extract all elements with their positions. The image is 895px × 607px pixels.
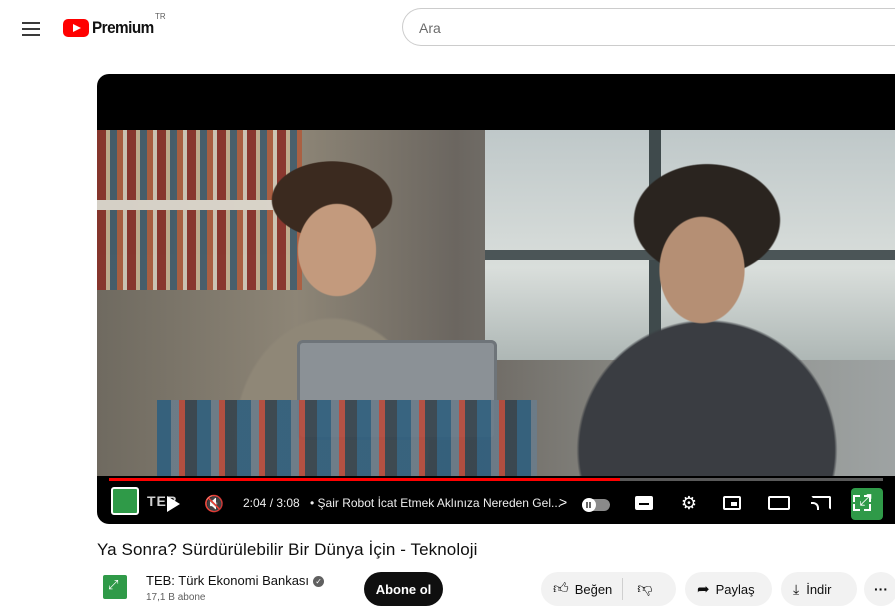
cast-icon[interactable] — [811, 496, 831, 510]
dislike-button[interactable]: 👎︎ — [623, 572, 658, 606]
search-box[interactable] — [402, 8, 895, 47]
channel-name-row[interactable]: TEB: Türk Ekonomi Bankası ✓ — [146, 573, 325, 588]
like-button[interactable]: 👍︎ Beğen — [541, 572, 622, 606]
progress-bar[interactable] — [109, 478, 883, 481]
autoplay-toggle[interactable] — [582, 498, 610, 512]
logo-region-code: TR — [155, 12, 166, 21]
chapter-title[interactable]: • Şair Robot İcat Etmek Aklınıza Nereden… — [310, 496, 561, 510]
youtube-play-logo-icon — [63, 19, 89, 37]
player-controls: TEB 2:04 / 3:08 • Şair Robot İcat Etmek … — [97, 484, 895, 524]
share-arrow-icon: ➦ — [697, 581, 710, 598]
channel-name[interactable]: TEB: Türk Ekonomi Bankası — [146, 573, 309, 588]
video-title: Ya Sonra? Sürdürülebilir Bir Dünya İçin … — [97, 540, 478, 559]
subtitles-icon[interactable] — [635, 496, 653, 510]
thumbs-up-icon: 👍︎ — [553, 580, 569, 597]
download-label: İndir — [806, 581, 832, 597]
share-label: Paylaş — [715, 581, 755, 597]
like-label: Beğen — [574, 581, 613, 597]
miniplayer-icon[interactable] — [723, 496, 741, 510]
chapter-chevron-icon[interactable]: > — [559, 494, 567, 510]
share-button[interactable]: ➦ Paylaş — [685, 572, 772, 606]
subscriber-count: 17,1 B abone — [146, 592, 206, 603]
progress-bar-fill — [109, 478, 620, 481]
subscribe-button[interactable]: Abone ol — [364, 572, 443, 606]
download-button[interactable]: ⤓ İndir — [781, 572, 857, 606]
menu-icon[interactable] — [22, 22, 40, 36]
verified-icon: ✓ — [313, 576, 325, 587]
settings-icon[interactable]: ⚙ — [679, 493, 699, 513]
youtube-premium-logo[interactable]: Premium — [63, 16, 161, 40]
like-dislike-group: 👍︎ Beğen 👎︎ — [541, 572, 676, 606]
play-icon[interactable] — [161, 492, 185, 516]
video-frame[interactable] — [97, 130, 895, 520]
theater-icon[interactable] — [768, 496, 790, 510]
logo-text: Premium — [92, 18, 154, 37]
time-display: 2:04 / 3:08 — [243, 496, 300, 510]
video-player[interactable]: TEB 2:04 / 3:08 • Şair Robot İcat Etmek … — [97, 74, 895, 524]
channel-avatar[interactable] — [103, 575, 127, 599]
robot-parts-figure — [157, 400, 537, 476]
brand-watermark-icon[interactable] — [111, 487, 139, 515]
search-input[interactable] — [417, 9, 881, 47]
more-actions-button[interactable]: ··· — [864, 572, 895, 606]
mute-icon[interactable]: 🔇 — [202, 492, 226, 516]
bearded-man-figure — [537, 150, 857, 476]
download-icon: ⤓ — [793, 580, 800, 597]
thumbs-down-icon: 👎︎ — [637, 580, 653, 597]
fullscreen-icon[interactable] — [853, 495, 871, 511]
